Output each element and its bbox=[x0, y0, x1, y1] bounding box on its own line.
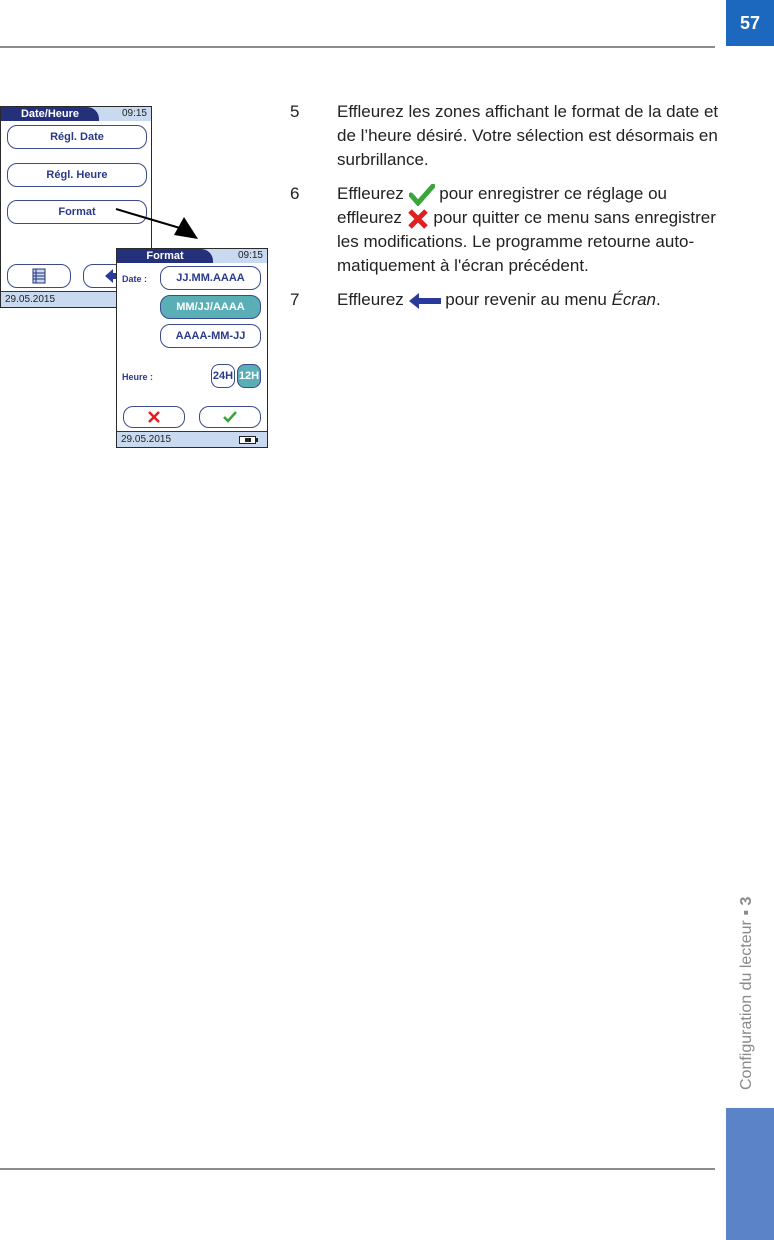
step-text-part: Effleurez bbox=[337, 290, 404, 309]
step-text-part: pour revenir au menu bbox=[445, 290, 607, 309]
check-icon bbox=[408, 183, 435, 206]
date-label: Date : bbox=[122, 274, 148, 284]
back-arrow-icon bbox=[408, 292, 441, 309]
screen-title: Format bbox=[117, 249, 213, 263]
menu-list-icon bbox=[32, 268, 46, 284]
screen-format: Format 09:15 Date : JJ.MM.AAAA MM/JJ/AAA… bbox=[116, 248, 268, 448]
step-5: 5 Effleurez les zones affichant le forma… bbox=[290, 100, 720, 172]
chapter-number: 3 bbox=[738, 896, 755, 906]
step-7: 7 Effleurez pour revenir au menu Écran. bbox=[290, 288, 720, 312]
step-text-part: Effleurez bbox=[337, 184, 404, 203]
time-format-12h[interactable]: 12H bbox=[237, 364, 261, 388]
screen-header: Format 09:15 bbox=[117, 249, 267, 263]
instruction-steps: 5 Effleurez les zones affichant le forma… bbox=[290, 100, 720, 322]
regl-date-button[interactable]: Régl. Date bbox=[7, 125, 147, 149]
battery-icon bbox=[239, 436, 258, 444]
step-text: Effleurez pour revenir au menu Écran. bbox=[337, 288, 720, 312]
step-text-part: . bbox=[656, 290, 661, 309]
regl-heure-button[interactable]: Régl. Heure bbox=[7, 163, 147, 187]
page-number: 57 bbox=[726, 0, 774, 46]
screen-title: Date/Heure bbox=[1, 107, 99, 121]
step-number: 5 bbox=[290, 102, 300, 121]
time-label: Heure : bbox=[122, 372, 154, 382]
date-format-option[interactable]: AAAA-MM-JJ bbox=[160, 324, 261, 348]
screen-time: 09:15 bbox=[237, 250, 263, 261]
step-number: 7 bbox=[290, 290, 300, 309]
screen-footer: 29.05.2015 bbox=[117, 431, 267, 447]
time-format-24h[interactable]: 24H bbox=[211, 364, 235, 388]
chapter-tab bbox=[726, 1108, 774, 1240]
step-text: Effleurez pour enregistrer ce réglage ou… bbox=[337, 182, 720, 278]
header-rule bbox=[0, 46, 715, 48]
cancel-x-icon bbox=[148, 411, 160, 423]
step-6: 6 Effleurez pour enregistrer ce réglage … bbox=[290, 182, 720, 278]
chapter-title: Configuration du lecteur bbox=[738, 920, 755, 1090]
menu-button[interactable] bbox=[7, 264, 71, 288]
date-format-option-selected[interactable]: MM/JJ/AAAA bbox=[160, 295, 261, 319]
callout-arrow bbox=[115, 208, 198, 239]
date-format-option[interactable]: JJ.MM.AAAA bbox=[160, 266, 261, 290]
footer-rule bbox=[0, 1168, 715, 1170]
cancel-button[interactable] bbox=[123, 406, 185, 428]
step-number: 6 bbox=[290, 184, 300, 203]
step-text: Effleurez les zones affichant le format … bbox=[337, 102, 719, 169]
x-icon bbox=[407, 208, 428, 229]
screen-time: 09:15 bbox=[121, 108, 147, 119]
screen-footer-date: 29.05.2015 bbox=[121, 434, 172, 445]
screen-header: Date/Heure 09:15 bbox=[1, 107, 151, 121]
menu-name: Écran bbox=[611, 290, 656, 309]
confirm-check-icon bbox=[223, 411, 237, 423]
confirm-button[interactable] bbox=[199, 406, 261, 428]
chapter-label: Configuration du lecteur ▪ 3 bbox=[738, 896, 755, 1090]
